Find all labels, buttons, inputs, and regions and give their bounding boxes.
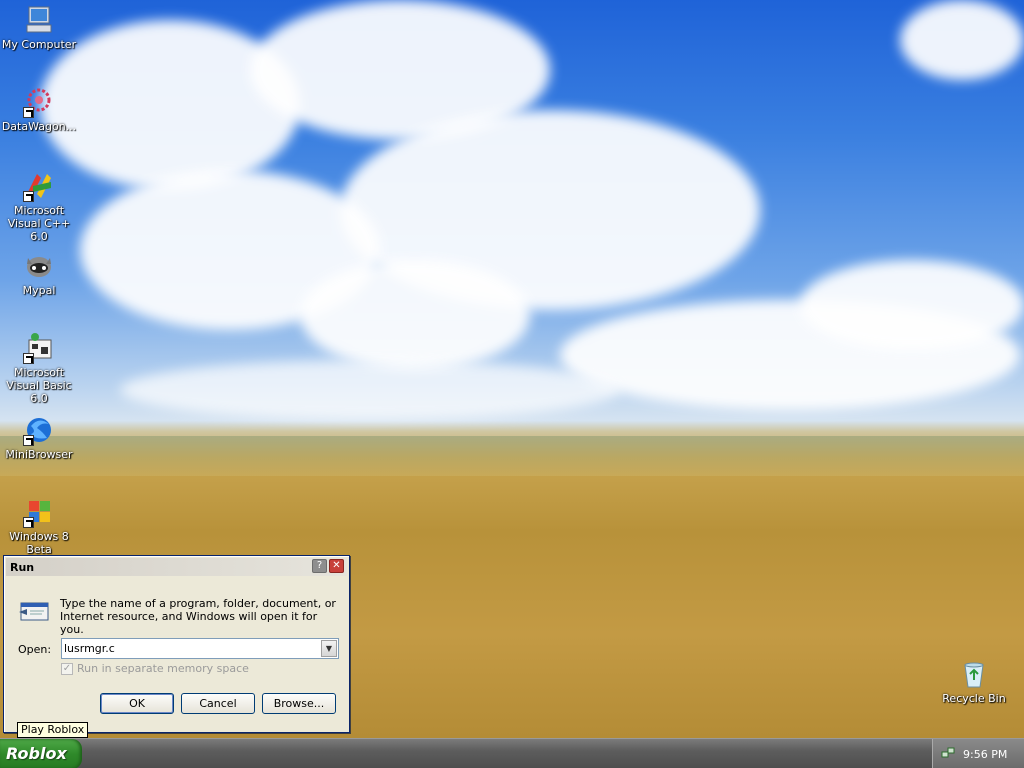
taskbar: Roblox 9:56 PM bbox=[0, 738, 1024, 768]
browse-button[interactable]: Browse... bbox=[262, 693, 336, 714]
desktop-icon-label: Mypal bbox=[22, 284, 56, 297]
desktop-icon-datawagon[interactable]: DataWagon... bbox=[0, 86, 78, 133]
datawagon-icon bbox=[23, 86, 55, 118]
help-button[interactable]: ? bbox=[312, 559, 327, 573]
open-combobox[interactable]: ▼ bbox=[61, 638, 339, 659]
desktop-icon-label: My Computer bbox=[1, 38, 77, 51]
close-button[interactable]: ✕ bbox=[329, 559, 344, 573]
run-dialog-title: Run bbox=[10, 560, 35, 574]
desktop-icon-mypal[interactable]: Mypal bbox=[0, 250, 78, 297]
cancel-button[interactable]: Cancel bbox=[181, 693, 255, 714]
shortcut-arrow-icon bbox=[23, 353, 34, 364]
ok-button[interactable]: OK bbox=[100, 693, 174, 714]
desktop-icon-label: MiniBrowser bbox=[5, 448, 73, 461]
minibrowser-icon bbox=[23, 414, 55, 446]
desktop-icon-my-computer[interactable]: My Computer bbox=[0, 4, 78, 51]
run-dialog-titlebar[interactable]: Run ? ✕ bbox=[6, 558, 347, 576]
recycle-bin-icon bbox=[958, 658, 990, 690]
desktop-icon-recycle-bin[interactable]: Recycle Bin bbox=[935, 658, 1013, 705]
clock[interactable]: 9:56 PM bbox=[963, 748, 1007, 761]
shortcut-arrow-icon bbox=[23, 191, 34, 202]
desktop-icon-visual-basic[interactable]: Microsoft Visual Basic 6.0 bbox=[0, 332, 78, 405]
open-label: Open: bbox=[18, 643, 52, 656]
shortcut-arrow-icon bbox=[23, 107, 34, 118]
desktop-icon-label: Microsoft Visual C++ 6.0 bbox=[7, 204, 71, 243]
start-button[interactable]: Roblox bbox=[0, 739, 82, 768]
desktop-icon-label: Recycle Bin bbox=[942, 692, 1006, 705]
run-icon bbox=[18, 600, 50, 622]
desktop-icon-windows-8-beta[interactable]: Windows 8 Beta bbox=[0, 496, 78, 556]
my-computer-icon bbox=[23, 4, 55, 36]
desktop-icon-label: Windows 8 Beta bbox=[9, 530, 69, 556]
visual-basic-icon bbox=[23, 332, 55, 364]
start-button-tooltip: Play Roblox bbox=[17, 722, 89, 738]
open-input[interactable] bbox=[64, 640, 316, 657]
network-icon[interactable] bbox=[941, 746, 955, 763]
separate-memory-checkbox[interactable]: ✓ Run in separate memory space bbox=[61, 662, 249, 675]
desktop-icon-minibrowser[interactable]: MiniBrowser bbox=[0, 414, 78, 461]
windows-logo-icon bbox=[23, 496, 55, 528]
shortcut-arrow-icon bbox=[23, 517, 34, 528]
mypal-icon bbox=[23, 250, 55, 282]
separate-memory-label: Run in separate memory space bbox=[77, 662, 249, 675]
run-description: Type the name of a program, folder, docu… bbox=[60, 597, 336, 636]
visual-cpp-icon bbox=[23, 170, 55, 202]
desktop-icon-label: Microsoft Visual Basic 6.0 bbox=[6, 366, 72, 405]
system-tray: 9:56 PM bbox=[932, 739, 1024, 768]
desktop-icon-label: DataWagon... bbox=[1, 120, 77, 133]
desktop-icon-visual-cpp[interactable]: Microsoft Visual C++ 6.0 bbox=[0, 170, 78, 243]
checkbox-checked-icon: ✓ bbox=[61, 662, 73, 675]
run-dialog: Run ? ✕ Type the name of a program, fold… bbox=[3, 555, 350, 733]
shortcut-arrow-icon bbox=[23, 435, 34, 446]
chevron-down-icon[interactable]: ▼ bbox=[321, 640, 337, 657]
